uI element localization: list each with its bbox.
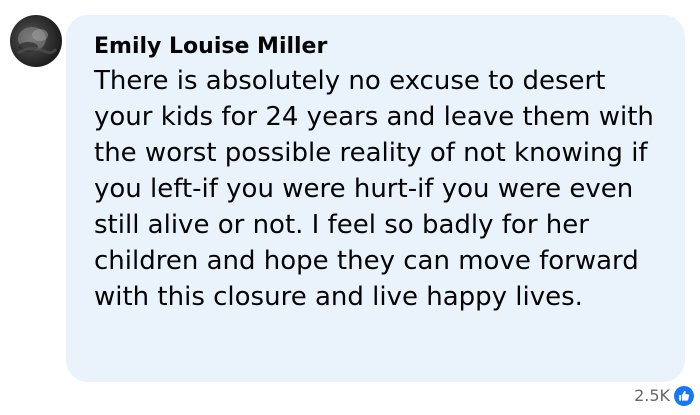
reaction-count[interactable]: 2.5K xyxy=(634,386,670,406)
avatar-image xyxy=(17,27,58,55)
like-icon[interactable] xyxy=(674,386,694,406)
comment-text: There is absolutely no excuse to desert … xyxy=(94,66,654,312)
comment-author[interactable]: Emily Louise Miller xyxy=(94,33,665,61)
comment: Emily Louise Miller There is absolutely … xyxy=(0,0,700,415)
avatar[interactable] xyxy=(10,15,62,67)
reactions[interactable]: 2.5K xyxy=(634,386,694,406)
comment-bubble: Emily Louise Miller There is absolutely … xyxy=(66,15,685,382)
